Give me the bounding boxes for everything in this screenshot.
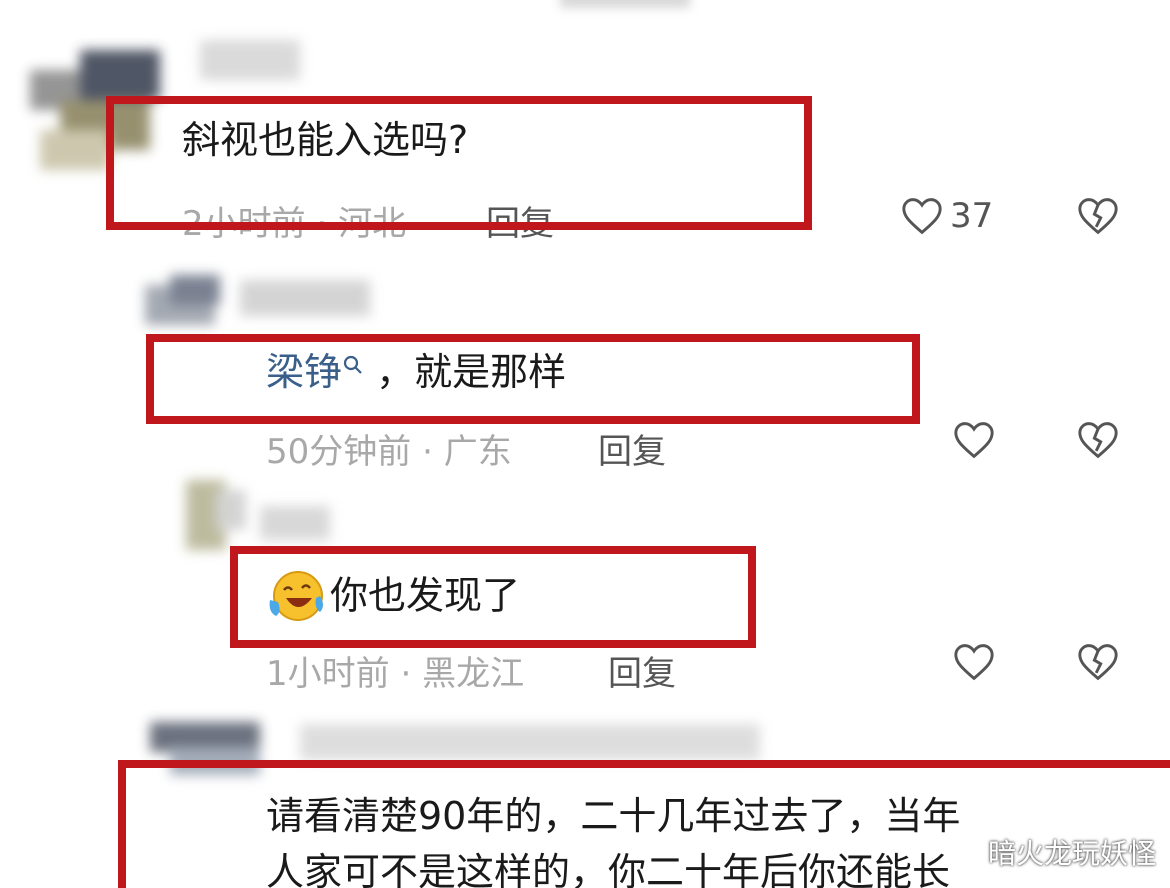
avatar[interactable]: [140, 270, 230, 340]
meta-separator: ·: [422, 432, 433, 472]
reply-button[interactable]: 回复: [598, 424, 666, 473]
heart-icon: [954, 422, 994, 459]
comment-location: 河北: [338, 204, 407, 244]
username[interactable]: [260, 506, 330, 540]
username[interactable]: [300, 724, 760, 760]
broken-heart-icon: [1078, 422, 1118, 459]
comment-time: 1小时前: [266, 654, 390, 694]
comment-text: 请看清楚90年的，二十几年过去了，当年: [266, 794, 961, 838]
comment-time: 50分钟前: [266, 432, 412, 472]
broken-heart-icon: [1078, 198, 1118, 235]
mention-name: 梁铮: [266, 350, 343, 394]
like-button[interactable]: [952, 420, 996, 460]
comment-time: 2小时前: [182, 204, 306, 244]
meta-separator: ·: [316, 204, 328, 244]
heart-icon: [954, 644, 994, 681]
avatar-image: [30, 50, 160, 170]
comment-text: 梁铮 ，就是那样: [266, 350, 566, 396]
comment-text: 你也发现了: [266, 570, 520, 626]
comment-body: ，就是那样: [376, 350, 567, 394]
reply-button[interactable]: 回复: [486, 196, 554, 245]
heart-icon: [902, 198, 942, 235]
like-button[interactable]: 37: [900, 196, 993, 236]
dislike-button[interactable]: [1076, 642, 1120, 682]
reply-button[interactable]: 回复: [608, 646, 676, 695]
comment-text-line2: 人家可不是这样的，你二十年后你还能长: [266, 850, 951, 888]
username[interactable]: [200, 40, 300, 80]
laughing-crying-emoji: [269, 571, 323, 621]
meta-separator: ·: [400, 654, 412, 694]
comment-location: 黑龙江: [422, 654, 525, 694]
mention-link[interactable]: 梁铮: [266, 350, 376, 394]
comment-meta: 50分钟前 · 广东: [266, 424, 512, 473]
avatar[interactable]: [20, 40, 180, 180]
comment-meta: 1小时前 · 黑龙江: [266, 646, 524, 695]
cropped-header-text: [560, 0, 690, 8]
avatar-image: [186, 480, 246, 550]
like-count: 37: [950, 196, 994, 236]
comment-body: 你也发现了: [330, 573, 521, 618]
comment-location: 广东: [443, 432, 512, 472]
broken-heart-icon: [1078, 644, 1118, 681]
dislike-button[interactable]: [1076, 420, 1120, 460]
search-icon: [343, 355, 362, 374]
avatar-image: [150, 722, 260, 775]
avatar[interactable]: [140, 712, 280, 782]
comment-text: 斜视也能入选吗?: [182, 118, 469, 162]
comment-meta: 2小时前 · 河北: [182, 196, 406, 245]
dislike-button[interactable]: [1076, 196, 1120, 236]
watermark: 暗火龙玩妖怪: [987, 837, 1156, 870]
comment-thread-screenshot: 斜视也能入选吗? 2小时前 · 河北 回复 37 梁铮 ，就是那样 50分钟前 …: [0, 0, 1170, 888]
like-button[interactable]: [952, 642, 996, 682]
avatar-image: [145, 275, 220, 325]
avatar[interactable]: [176, 470, 256, 560]
username[interactable]: [240, 280, 370, 316]
